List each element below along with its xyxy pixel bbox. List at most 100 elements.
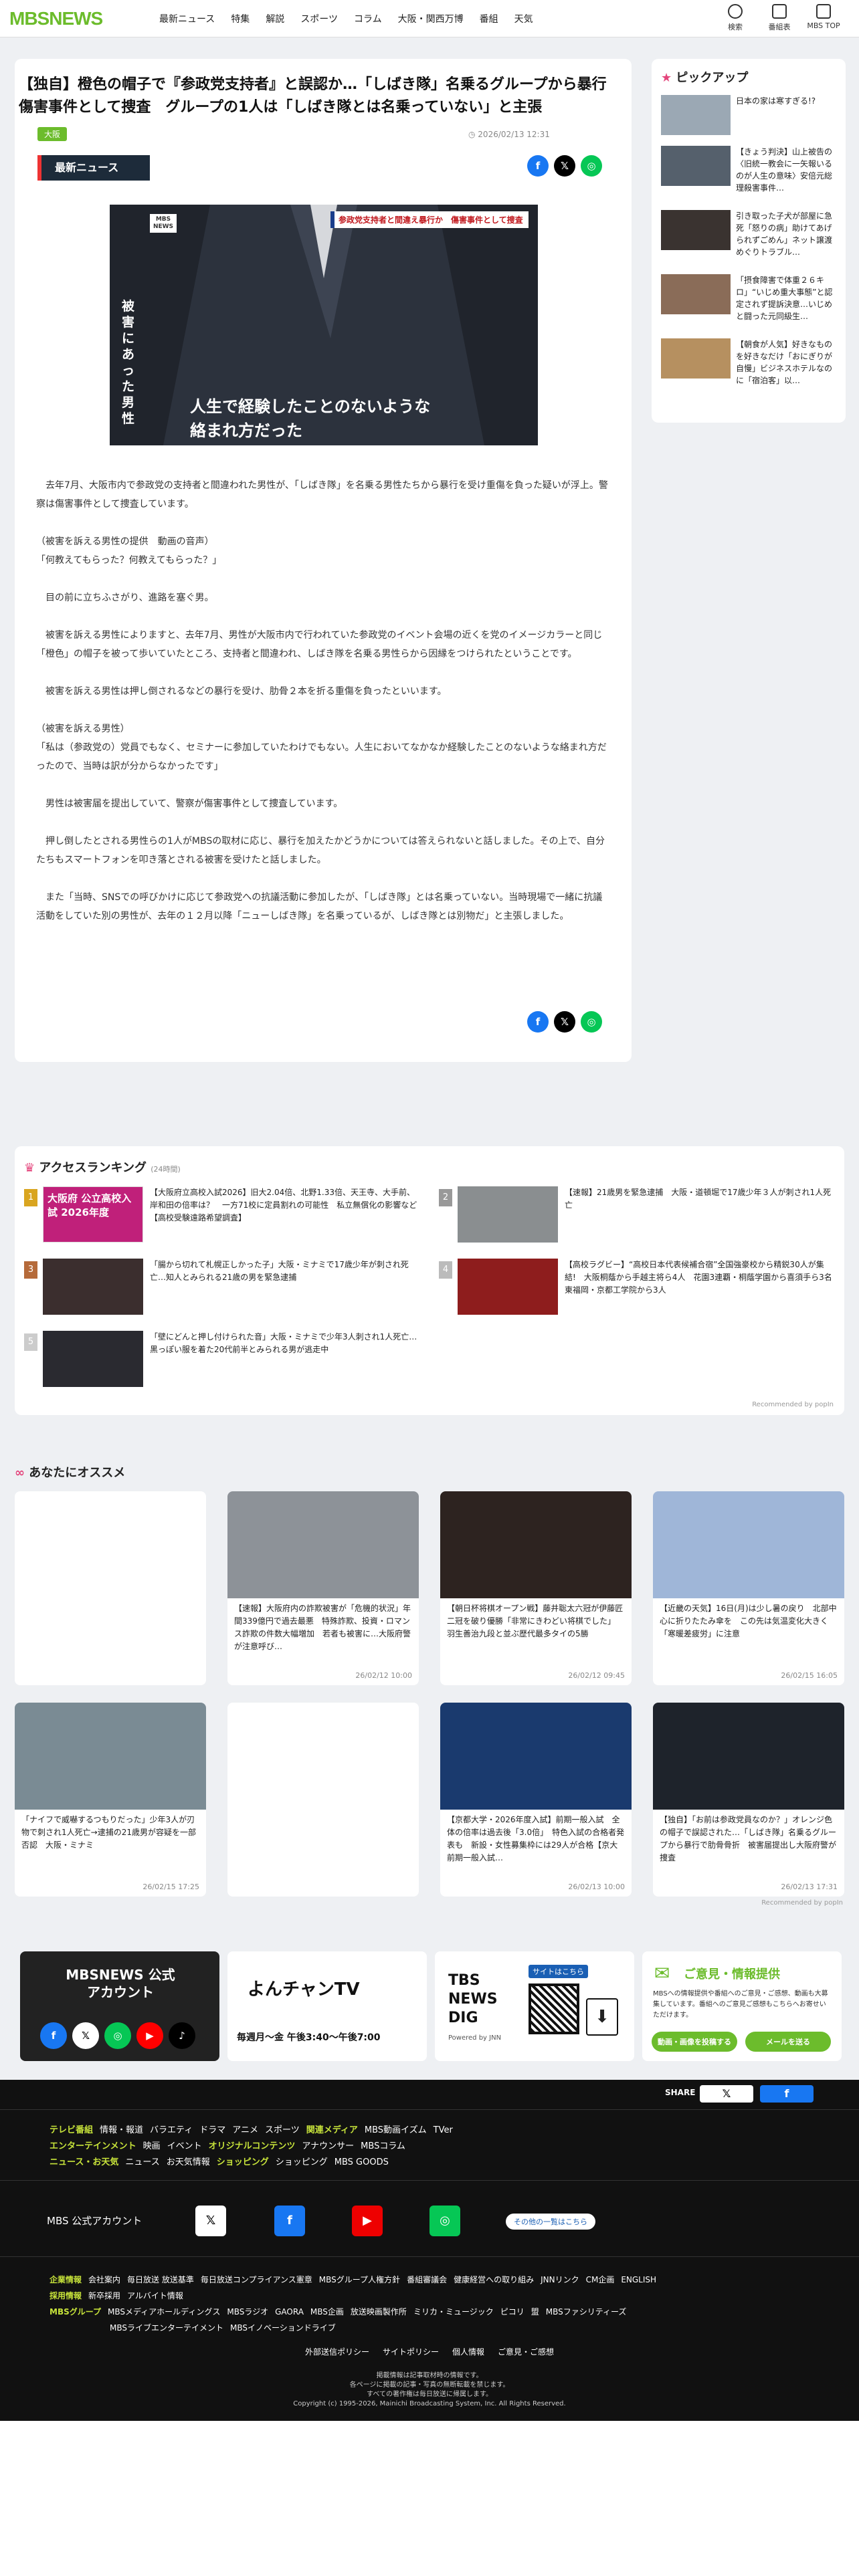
- region-tag[interactable]: 大阪: [37, 127, 68, 141]
- nav-item-latest[interactable]: 最新ニュース: [159, 12, 215, 25]
- x-share-button[interactable]: 𝕏: [554, 1011, 575, 1033]
- opinion-banner[interactable]: ✉ ご意見・情報提供 MBSへの情報提供や番組へのご意見・ご感想、動画も大募集し…: [642, 1951, 842, 2061]
- recommend-title: ∞ あなたにオススメ: [15, 1466, 126, 1480]
- paragraph: 被害を訴える男性は押し倒されるなどの暴行を受け、肋骨２本を折る重傷を負ったといい…: [36, 686, 447, 697]
- line-share-button[interactable]: ◎: [581, 1011, 602, 1033]
- official-account-banner[interactable]: MBSNEWS 公式アカウント f 𝕏 ◎ ▶ ♪: [20, 1951, 219, 2061]
- ranking-item[interactable]: 1 大阪府 公立高校入試 2026年度 【大阪府立高校入試2026】旧大2.04倍、…: [24, 1186, 419, 1244]
- schedule-button[interactable]: 番組表: [757, 4, 801, 32]
- ranking-thumb: [458, 1259, 558, 1315]
- facebook-icon[interactable]: f: [274, 2206, 305, 2236]
- facebook-share-button[interactable]: f: [527, 155, 549, 177]
- footer-links-row: ニュース・お天気 ニュース お天気情報 ショッピング ショッピング MBS GOODS: [50, 2157, 389, 2167]
- facebook-footer-share-button[interactable]: f: [760, 2085, 814, 2103]
- tiktok-icon[interactable]: ♪: [169, 2022, 195, 2049]
- recommend-card[interactable]: 【独自】「お前は参政党員なのか？」オレンジ色の帽子で誤認された…「しばき隊」名乗…: [653, 1703, 844, 1897]
- recommend-thumb: [227, 1491, 419, 1598]
- official-accounts-label: MBS 公式アカウント: [47, 2215, 142, 2227]
- facebook-icon[interactable]: f: [40, 2022, 67, 2049]
- site-logo[interactable]: MBSNEWS: [9, 8, 103, 29]
- article-hero-image: MBS NEWS 参政党支持者と間違え暴行か 傷害事件として捜査 被害にあった男…: [110, 205, 538, 445]
- ranking-item[interactable]: 3 「腸から切れて札幌正しかった子」大阪・ミナミで17歳少年が刺され死亡…知人とみ…: [24, 1259, 419, 1316]
- pickup-thumb: [661, 95, 731, 135]
- recommend-thumb: [440, 1703, 632, 1810]
- x-icon[interactable]: 𝕏: [195, 2206, 226, 2236]
- global-nav: 最新ニュース 特集 解説 スポーツ コラム 大阪・関西万博 番組 天気: [159, 0, 549, 37]
- pickup-thumb: [661, 146, 731, 186]
- tbs-news-dig-banner[interactable]: TBS NEWS DIG Powered by JNN サイトはこちら ⬇: [435, 1951, 634, 2061]
- hero-headline: 参政党支持者と間違え暴行か 傷害事件として捜査: [330, 211, 529, 228]
- access-ranking-panel: ♛ アクセスランキング (24時間) 1 大阪府 公立高校入試 2026年度 【大阪…: [15, 1146, 844, 1415]
- search-button[interactable]: 検索: [713, 4, 757, 32]
- pickup-thumb: [661, 210, 731, 250]
- youtube-icon[interactable]: ▶: [352, 2206, 383, 2236]
- crown-icon: ♛: [24, 1161, 35, 1175]
- paragraph: （被害を訴える男性の提供 動画の音声） 「何教えてもらった？何教えてもらった？」: [36, 536, 222, 566]
- qr-code: [529, 1983, 579, 2034]
- hero-side-label: 被害にあった男性: [122, 299, 135, 426]
- pickup-thumb: [661, 338, 731, 379]
- recommend-card[interactable]: 「ナイフで威嚇するつもりだった」少年3人が刃物で刺され1人死亡→逮捕の21歳男が…: [15, 1703, 206, 1897]
- corporate-links: 企業情報 会社案内 毎日放送 放送基準 毎日放送コンプライアンス憲章 MBSグループ人権…: [50, 2275, 657, 2284]
- line-icon[interactable]: ◎: [430, 2206, 460, 2236]
- nav-item-commentary[interactable]: 解説: [266, 12, 284, 25]
- recommend-card[interactable]: 【速報】大阪府内の詐欺被害が「危機的状況」年間339億円で過去最悪 特殊詐欺、投…: [227, 1491, 419, 1685]
- pickup-item[interactable]: 【きょう判決】山上被告の〈旧統一教会に一矢報いるのが人生の意味〉安倍元総理殺害事…: [661, 146, 835, 193]
- other-accounts-button[interactable]: その他の一覧はこちら: [506, 2214, 595, 2230]
- copyright-block: 掲載情報は記事取材時の情報です。 各ページに掲載の記事・写真の無断転載を禁じます…: [293, 2372, 566, 2407]
- recommend-card[interactable]: 【近畿の天気】16日(月)は少し暑の戻り 北部中心に折りたたみ傘を この先は気温…: [653, 1491, 844, 1685]
- pickup-panel: ★ ピックアップ 日本の家は寒すぎる!? 【きょう判決】山上被告の〈旧統一教会に…: [652, 59, 846, 423]
- nav-item-programs[interactable]: 番組: [480, 12, 498, 25]
- share-buttons-top: f 𝕏 ◎: [522, 155, 602, 177]
- recommend-card[interactable]: [15, 1491, 206, 1685]
- pickup-thumb: [661, 274, 731, 314]
- recommend-card[interactable]: 【朝日杯将棋オープン戦】藤井聡太六冠が伊藤匠二冠を破り優勝「非常にきわどい将棋で…: [440, 1491, 632, 1685]
- recommend-card[interactable]: 【京都大学・2026年度入試】前期一般入試 全体の倍率は過去後「3.0倍」 特色…: [440, 1703, 632, 1897]
- recruit-links: 採用情報 新卒採用 アルバイト情報: [50, 2291, 183, 2300]
- recommend-thumb: [440, 1491, 632, 1598]
- hero-caption-2: 絡まれ方だった: [190, 421, 302, 440]
- youtube-icon[interactable]: ▶: [136, 2022, 163, 2049]
- clock-icon: ◷: [468, 130, 478, 139]
- nav-item-sports[interactable]: スポーツ: [300, 12, 338, 25]
- hero-caption-1: 人生で経験したことのないような: [190, 397, 431, 416]
- nav-item-expo[interactable]: 大阪・関西万博: [398, 12, 464, 25]
- latest-news-badge[interactable]: 最新ニュース: [37, 155, 150, 181]
- paragraph: 去年7月、大阪市内で参政党の支持者と間違われた男性が、「しばき隊」を名乗る男性た…: [36, 480, 608, 510]
- x-share-button[interactable]: 𝕏: [554, 155, 575, 177]
- x-icon[interactable]: 𝕏: [72, 2022, 99, 2049]
- ranking-item[interactable]: 2 【速報】21歳男を緊急逮捕 大阪・道頓堀で17歳少年３人が刺され1人死亡: [439, 1186, 834, 1244]
- share-buttons-bottom: f 𝕏 ◎: [522, 1011, 602, 1033]
- hero-logo: MBS NEWS: [150, 214, 177, 233]
- pickup-item[interactable]: 【朝食が人気】好きなものを好きなだけ「おにぎりが自慢」ビジネスホテルなのに「宿泊…: [661, 338, 835, 385]
- x-footer-share-button[interactable]: 𝕏: [700, 2085, 753, 2103]
- chat-icon: ✉: [654, 1962, 670, 1984]
- nav-item-weather[interactable]: 天気: [514, 12, 533, 25]
- ranking-credit: Recommended by popIn: [752, 1401, 834, 1408]
- group-links: MBSグループ MBSメディアホールディングス MBSラジオ GAORA MBS企画 放送…: [50, 2307, 627, 2317]
- pickup-item[interactable]: 「摂食障害で体重２６キロ」“いじめ重大事態”と認定されず提訴決意…いじめと闘った…: [661, 274, 835, 321]
- mbs-top-button[interactable]: MBS TOP: [801, 4, 846, 32]
- upload-video-button[interactable]: 動画・画像を投稿する: [652, 2032, 737, 2052]
- yonchan-tv-banner[interactable]: よんチャンTV 毎週月〜金 午後3:40〜午後7:00: [227, 1951, 427, 2061]
- send-mail-button[interactable]: メールを送る: [745, 2032, 831, 2052]
- paragraph: 男性は被害届を提出していて、警察が傷害事件として捜査しています。: [36, 798, 343, 809]
- share-label: SHARE: [665, 2088, 696, 2097]
- facebook-share-button[interactable]: f: [527, 1011, 549, 1033]
- pickup-item[interactable]: 日本の家は寒すぎる!?: [661, 95, 835, 135]
- recommend-thumb: [653, 1491, 844, 1598]
- line-icon[interactable]: ◎: [104, 2022, 131, 2049]
- paragraph: （被害を訴える男性） 「私は（参政党の）党員でもなく、セミナーに参加していたわけ…: [36, 724, 607, 772]
- paragraph: 目の前に立ちふさがり、進路を塞ぐ男。: [36, 593, 214, 603]
- link-icon: ∞: [15, 1466, 25, 1480]
- footer-links-row: テレビ番組 情報・報道 バラエティ ドラマ アニメ スポーツ 関連メディア MBS動画イズム T…: [50, 2125, 453, 2135]
- recommend-card[interactable]: [227, 1703, 419, 1897]
- ranking-item[interactable]: 4 【高校ラグビー】“高校日本代表候補合宿”全国強豪校から精鋭30人が集結! 大阪…: [439, 1259, 840, 1316]
- ranking-item[interactable]: 5 「壁にどんと押し付けられた音」大阪・ミナミで少年3人刺され1人死亡…黒っぽい服…: [24, 1331, 419, 1388]
- nav-item-column[interactable]: コラム: [354, 12, 382, 25]
- pickup-item[interactable]: 引き取った子犬が部屋に急死「怒りの病」助けてあげられずごめん」ネット譲渡めぐりト…: [661, 210, 835, 257]
- home-icon: [816, 4, 831, 19]
- line-share-button[interactable]: ◎: [581, 155, 602, 177]
- nav-item-feature[interactable]: 特集: [231, 12, 250, 25]
- paragraph: また「当時、SNSでの呼びかけに応じて参政党への抗議活動に参加したが、「しばき隊…: [36, 892, 603, 922]
